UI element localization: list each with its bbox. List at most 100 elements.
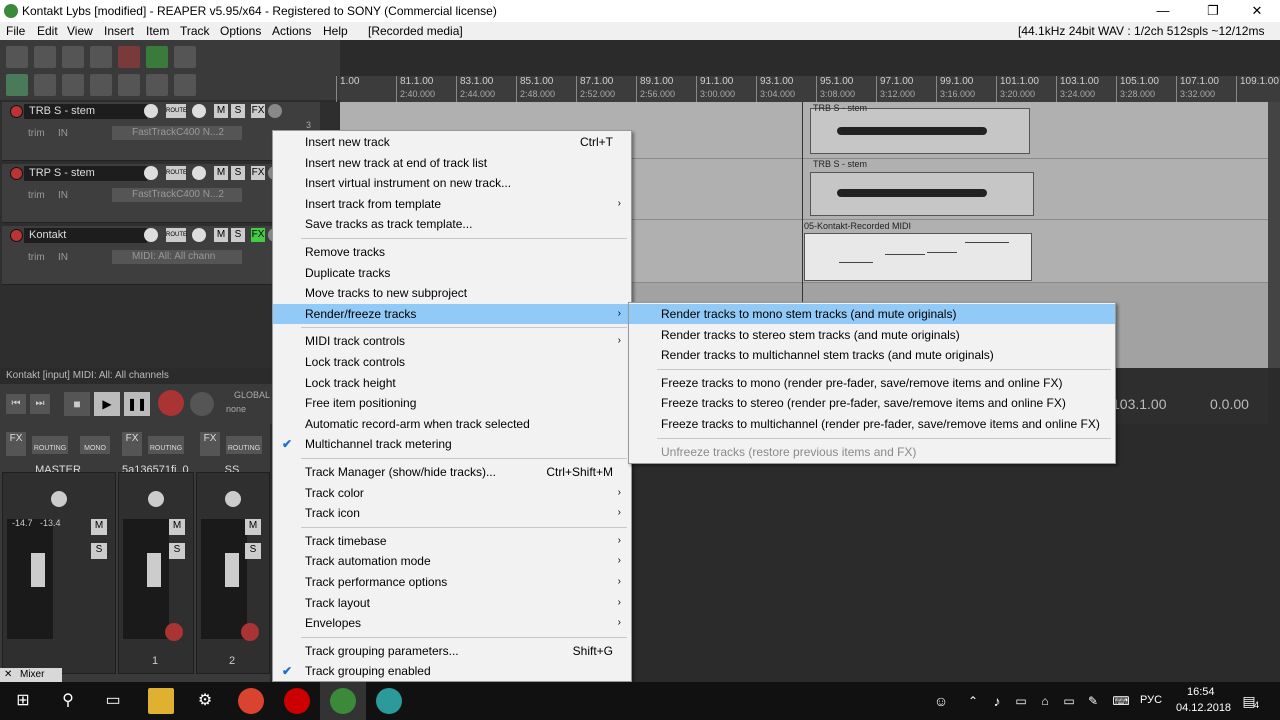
input-source-select[interactable]: MIDI: All: All chann bbox=[112, 250, 242, 264]
menu-file[interactable]: File bbox=[6, 24, 25, 38]
track-name[interactable]: Kontakt bbox=[24, 228, 147, 243]
route-button[interactable]: ROUTE bbox=[166, 104, 187, 118]
position-display[interactable]: 103.1.00 bbox=[1112, 396, 1167, 412]
pen-icon[interactable]: ✎ bbox=[1080, 688, 1106, 714]
volume-fader[interactable] bbox=[147, 553, 161, 587]
mixer-mute-button[interactable]: M bbox=[169, 519, 185, 535]
menu-edit[interactable]: Edit bbox=[37, 24, 58, 38]
pan-knob[interactable] bbox=[51, 491, 67, 507]
menu-item[interactable]: Save tracks as track template... bbox=[273, 214, 631, 234]
solo-button[interactable]: S bbox=[231, 104, 245, 118]
mixer-mute-button[interactable]: M bbox=[245, 519, 261, 535]
mixer-solo-button[interactable]: S bbox=[169, 543, 185, 559]
metronome-icon[interactable] bbox=[174, 46, 196, 68]
volume-knob[interactable] bbox=[144, 228, 158, 242]
task-view-icon[interactable]: ▭ bbox=[100, 688, 126, 714]
menu-item[interactable]: Automatic record-arm when track selected bbox=[273, 414, 631, 434]
loop-icon[interactable] bbox=[146, 74, 168, 96]
mixer-routing-button[interactable]: ROUTING bbox=[148, 436, 184, 454]
solo-button[interactable]: S bbox=[231, 228, 245, 242]
search-icon[interactable]: ⚲ bbox=[55, 688, 81, 714]
chevron-up-icon[interactable]: ⌃ bbox=[960, 688, 986, 714]
display-icon[interactable]: ▭ bbox=[1056, 688, 1082, 714]
menu-item[interactable]: Insert new track Ctrl+T bbox=[273, 132, 631, 152]
menu-item[interactable]: Free item positioning bbox=[273, 393, 631, 413]
fx-button[interactable]: FX bbox=[251, 166, 265, 180]
record-arm-button[interactable] bbox=[165, 623, 183, 641]
solo-button[interactable]: S bbox=[231, 166, 245, 180]
pan-knob[interactable] bbox=[192, 104, 206, 118]
redo-icon[interactable] bbox=[146, 46, 168, 68]
menu-item[interactable]: Item bbox=[146, 24, 169, 38]
play-button[interactable]: ▶ bbox=[94, 392, 120, 416]
menu-help[interactable]: Help bbox=[323, 24, 348, 38]
time-display[interactable]: 0.0.00 bbox=[1210, 396, 1249, 412]
menu-item[interactable]: Insert virtual instrument on new track..… bbox=[273, 173, 631, 193]
menu-item[interactable]: Track grouping enabled ✔ bbox=[273, 661, 631, 681]
save-project-icon[interactable] bbox=[62, 46, 84, 68]
undo-icon[interactable] bbox=[118, 46, 140, 68]
input-source-select[interactable]: FastTrackC400 N...2 bbox=[112, 188, 242, 202]
menu-item[interactable]: Freeze tracks to stereo (render pre-fade… bbox=[629, 393, 1115, 413]
minimize-button[interactable]: — bbox=[1140, 0, 1186, 22]
mixer-routing-button[interactable]: ROUTING bbox=[226, 436, 262, 454]
menu-item[interactable]: Render tracks to multichannel stem track… bbox=[629, 345, 1115, 365]
menu-track[interactable]: Track bbox=[180, 24, 210, 38]
maximize-button[interactable]: ❐ bbox=[1190, 0, 1236, 22]
menu-item[interactable]: Track color › bbox=[273, 483, 631, 503]
menu-item[interactable]: Remove tracks bbox=[273, 242, 631, 262]
mixer-solo-button[interactable]: S bbox=[245, 543, 261, 559]
grid-icon[interactable] bbox=[6, 74, 28, 96]
mixer-fx-button[interactable]: FX bbox=[200, 432, 220, 456]
mute-button[interactable]: M bbox=[214, 166, 228, 180]
record-arm-button[interactable] bbox=[10, 105, 23, 118]
envelope-lock-icon[interactable] bbox=[118, 74, 140, 96]
clock-date[interactable]: 04.12.2018 bbox=[1176, 702, 1231, 714]
lock-icon[interactable] bbox=[174, 74, 196, 96]
stop-button[interactable]: ■ bbox=[64, 392, 90, 416]
ripple-icon[interactable] bbox=[34, 74, 56, 96]
menu-item[interactable]: Insert new track at end of track list bbox=[273, 153, 631, 173]
media-item[interactable]: TRB S - stem bbox=[810, 103, 1030, 154]
menu-item[interactable]: Track automation mode › bbox=[273, 551, 631, 571]
new-project-icon[interactable] bbox=[6, 46, 28, 68]
track-name[interactable]: TRB S - stem bbox=[24, 104, 147, 119]
route-button[interactable]: ROUTE bbox=[166, 166, 187, 180]
menu-item[interactable]: Track Manager (show/hide tracks)... Ctrl+… bbox=[273, 462, 631, 482]
mixer-fx-button[interactable]: FX bbox=[6, 432, 26, 456]
mixer-mute-button[interactable]: M bbox=[91, 519, 107, 535]
mute-button[interactable]: M bbox=[214, 228, 228, 242]
vertical-scrollbar[interactable] bbox=[1268, 102, 1280, 368]
go-start-button[interactable]: ⏮ bbox=[6, 394, 26, 414]
menu-item[interactable]: Freeze tracks to mono (render pre-fader,… bbox=[629, 373, 1115, 393]
settings-gear-icon[interactable]: ⚙ bbox=[192, 688, 218, 714]
pan-knob[interactable] bbox=[225, 491, 241, 507]
record-button[interactable] bbox=[158, 390, 184, 416]
menu-options[interactable]: Options bbox=[220, 24, 261, 38]
automation-mode[interactable]: none bbox=[226, 404, 246, 414]
fx-button[interactable]: FX bbox=[251, 228, 265, 242]
opera-icon[interactable] bbox=[284, 688, 310, 714]
auto-crossfade-icon[interactable] bbox=[90, 74, 112, 96]
project-settings-icon[interactable] bbox=[90, 46, 112, 68]
menu-item[interactable]: Render tracks to stereo stem tracks (and… bbox=[629, 325, 1115, 345]
menu-item[interactable]: Lock track controls bbox=[273, 352, 631, 372]
chrome-icon[interactable] bbox=[238, 688, 264, 714]
pan-knob[interactable] bbox=[148, 491, 164, 507]
volume-icon[interactable]: ♪ bbox=[984, 688, 1010, 714]
volume-knob[interactable] bbox=[144, 104, 158, 118]
menu-item[interactable]: Envelopes › bbox=[273, 613, 631, 633]
record-arm-button[interactable] bbox=[10, 167, 23, 180]
timeline-ruler[interactable]: 1.00 81.1.00 2:40.000 83.1.00 2:44.000 85.1.0… bbox=[336, 76, 1280, 103]
menu-item[interactable]: Move tracks to new subproject bbox=[273, 283, 631, 303]
menu-insert[interactable]: Insert bbox=[104, 24, 134, 38]
clock-time[interactable]: 16:54 bbox=[1187, 686, 1215, 698]
open-project-icon[interactable] bbox=[34, 46, 56, 68]
close-button[interactable]: ✕ bbox=[1234, 0, 1280, 22]
menu-item[interactable]: Duplicate tracks bbox=[273, 263, 631, 283]
keyboard-icon[interactable]: ⌨ bbox=[1108, 688, 1134, 714]
mixer-routing-button[interactable]: ROUTING bbox=[32, 436, 68, 454]
record-arm-button[interactable] bbox=[241, 623, 259, 641]
menu-item[interactable]: Unfreeze tracks (restore previous items … bbox=[629, 442, 1115, 462]
menu-item[interactable]: Render tracks to mono stem tracks (and m… bbox=[629, 304, 1115, 324]
